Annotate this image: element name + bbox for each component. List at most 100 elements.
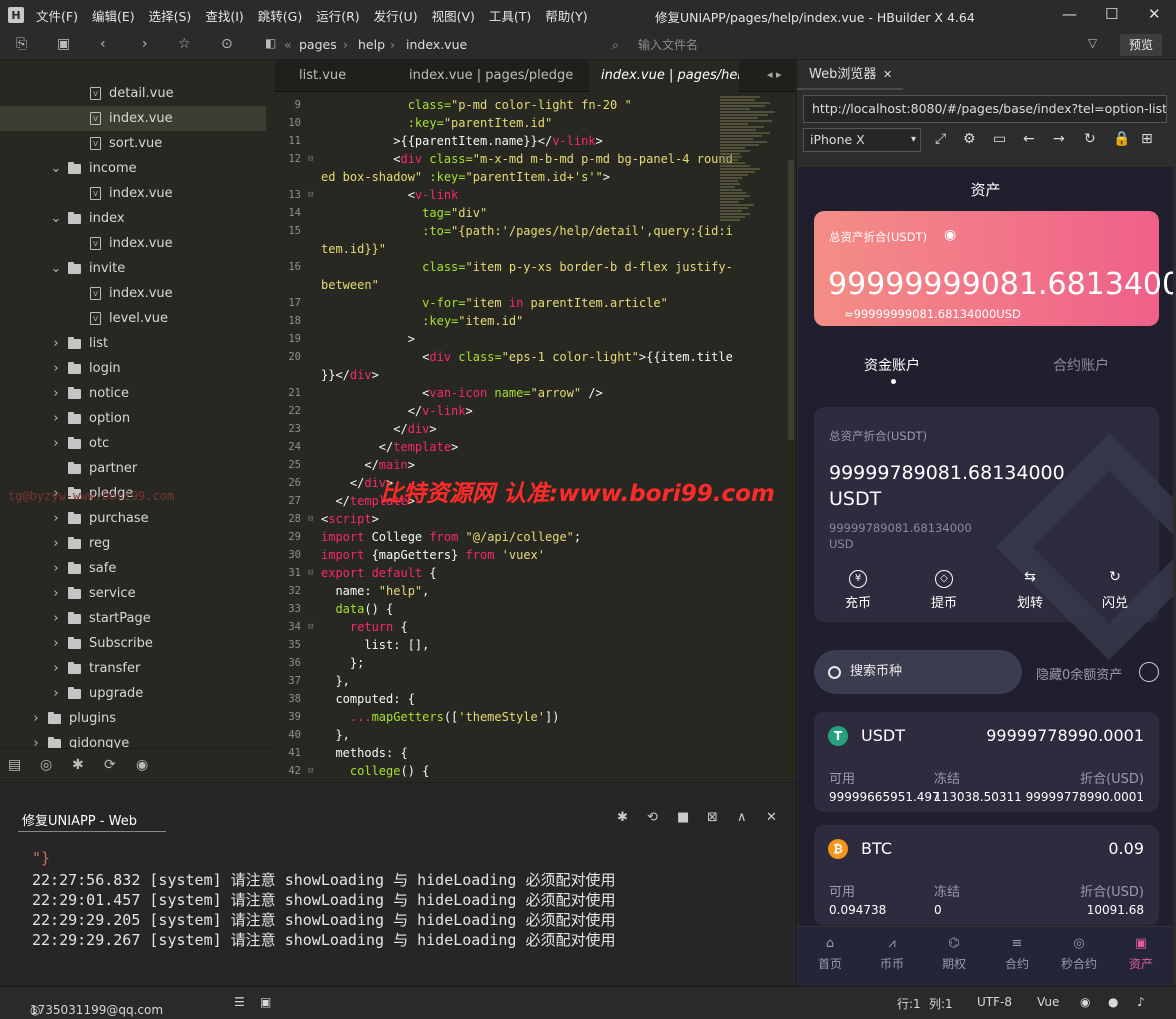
collapse-icon[interactable]: ∧ [737, 810, 747, 825]
forward-icon[interactable]: › [142, 36, 148, 52]
refresh-icon[interactable]: ↻ [1084, 131, 1096, 147]
file-index-vue[interactable]: Vindex.vue [90, 181, 173, 206]
file-level-vue[interactable]: Vlevel.vue [90, 306, 168, 331]
file-index-vue[interactable]: Vindex.vue [90, 231, 173, 256]
file-index-vue[interactable]: Vindex.vue [90, 281, 173, 306]
bell-icon[interactable]: ♪ [1137, 995, 1145, 1009]
chevron-right-icon[interactable]: › [30, 736, 42, 748]
minimize-icon[interactable]: — [1062, 5, 1077, 23]
chevron-right-icon[interactable]: › [50, 336, 62, 351]
file-sort-vue[interactable]: Vsort.vue [90, 131, 162, 156]
menu-edit[interactable]: 编辑(E) [92, 6, 135, 25]
nav-options[interactable]: ⌬ 期权 [924, 937, 984, 972]
back-icon[interactable]: ‹ [100, 36, 106, 52]
warning-icon[interactable]: ● [1108, 995, 1118, 1009]
rotate-icon[interactable]: ⤢ [935, 131, 946, 147]
folder-list[interactable]: › list [50, 331, 108, 356]
folder-plugins[interactable]: › plugins [30, 706, 116, 731]
folder-invite[interactable]: ⌄ invite [50, 256, 126, 281]
new-file-icon[interactable]: ⎘ [16, 36, 27, 52]
run-icon[interactable]: ⊙ [221, 36, 233, 52]
folder-upgrade[interactable]: › upgrade [50, 681, 143, 706]
fold-icon[interactable]: ⊟ [308, 564, 313, 582]
plugin-icon[interactable]: ◉ [136, 757, 148, 773]
menu-tools[interactable]: 工具(T) [489, 6, 531, 25]
stop-icon[interactable]: ■ [677, 810, 689, 825]
cursor-line[interactable]: 行:1 [897, 995, 921, 1012]
lock-icon[interactable]: 🔒 [1113, 131, 1130, 147]
tab-index-pledge[interactable]: index.vue | pages/pledge [397, 60, 585, 92]
menu-help[interactable]: 帮助(Y) [545, 6, 587, 25]
chevron-right-icon[interactable]: › [50, 536, 62, 551]
settings-icon[interactable]: ⚙ [963, 131, 976, 147]
save-icon[interactable]: ▣ [57, 36, 70, 52]
fold-icon[interactable]: ⊟ [308, 762, 313, 780]
tab-funding-account[interactable]: 资金账户 [864, 355, 920, 375]
close-console-icon[interactable]: ✕ [766, 810, 777, 825]
tab-scroll-icon[interactable]: ◂ ▸ [767, 68, 782, 81]
eye-icon[interactable]: ◉ [944, 227, 956, 243]
fold-icon[interactable]: ⊟ [308, 150, 313, 168]
nav-assets[interactable]: ▣ 资产 [1111, 937, 1171, 972]
folder-login[interactable]: › login [50, 356, 120, 381]
url-input[interactable]: http://localhost:8080/#/pages/base/index… [803, 95, 1167, 123]
folder-notice[interactable]: › notice [50, 381, 129, 406]
folder-otc[interactable]: › otc [50, 431, 109, 456]
binoculars-icon[interactable]: ◎ [40, 757, 52, 773]
file-index-vue[interactable]: Vindex.vue [0, 106, 266, 131]
flash-swap-button[interactable]: ↻ 闪兑 [1090, 570, 1140, 612]
nav-contract[interactable]: ≡ 合约 [987, 937, 1047, 972]
menu-goto[interactable]: 跳转(G) [258, 6, 302, 25]
code-editor[interactable]: 9 class="p-md color-light fn-20 " 10 :key… [275, 92, 795, 782]
editor-scrollbar[interactable] [788, 160, 794, 440]
deposit-button[interactable]: ¥ 充币 [833, 570, 883, 611]
tab-contract-account[interactable]: 合约账户 [1053, 355, 1109, 375]
language-mode[interactable]: Vue [1037, 995, 1059, 1009]
fold-icon[interactable]: ⊟ [308, 186, 313, 204]
chevron-down-icon[interactable]: ⌄ [50, 261, 62, 276]
restart-icon[interactable]: ⟲ [647, 810, 658, 825]
transfer-button[interactable]: ⇆ 划转 [1005, 570, 1055, 612]
chevron-right-icon[interactable]: › [30, 711, 42, 726]
nav-second-contract[interactable]: ◎ 秒合约 [1049, 937, 1109, 972]
tab-index-help[interactable]: index.vue | pages/help [589, 60, 739, 92]
menu-select[interactable]: 选择(S) [149, 6, 192, 25]
folder-option[interactable]: › option [50, 406, 130, 431]
close-window-icon[interactable]: ✕ [1148, 5, 1161, 23]
folder-income[interactable]: ⌄ income [50, 156, 137, 181]
preview-button[interactable]: 预览 [1120, 34, 1162, 56]
tab-list-vue[interactable]: list.vue [287, 60, 358, 92]
forward-arrow-icon[interactable]: → [1053, 131, 1065, 147]
folder-safe[interactable]: › safe [50, 556, 116, 581]
filter-icon[interactable]: ▽ [1088, 36, 1097, 50]
bug-icon[interactable]: ✱ [72, 757, 84, 773]
menu-publish[interactable]: 发行(U) [374, 6, 418, 25]
coin-search-input[interactable]: 搜索币种 [814, 650, 1022, 694]
menu-file[interactable]: 文件(F) [36, 6, 78, 25]
terminal-icon[interactable]: ▣ [260, 995, 271, 1009]
file-search-input[interactable]: ⌕ 输入文件名 [606, 34, 1076, 56]
chat-icon[interactable]: ◉ [1080, 995, 1090, 1009]
folder-purchase[interactable]: › purchase [50, 506, 148, 531]
fold-icon[interactable]: ⊟ [308, 618, 313, 636]
minimap[interactable] [720, 95, 780, 275]
browser-tab[interactable]: Web浏览器 ✕ [797, 60, 903, 90]
list-icon[interactable]: ☰ [234, 995, 245, 1009]
chevron-right-icon[interactable]: › [50, 686, 62, 701]
hide-zero-checkbox[interactable] [1139, 662, 1159, 682]
folder-subscribe[interactable]: › Subscribe [50, 631, 152, 656]
chevron-right-icon[interactable]: › [50, 386, 62, 401]
chevron-right-icon[interactable]: › [50, 561, 62, 576]
explorer-icon[interactable]: ▤ [8, 757, 21, 773]
console-title[interactable]: 修复UNIAPP - Web [22, 810, 137, 829]
folder-service[interactable]: › service [50, 581, 135, 606]
chevron-right-icon[interactable]: › [50, 636, 62, 651]
nav-spot[interactable]: ⩘ 币币 [862, 937, 922, 972]
close-tab-icon[interactable]: ✕ [883, 60, 892, 90]
device-select[interactable]: iPhone X [803, 128, 921, 152]
coin-card-usdt[interactable]: T USDT 99999778990.0001 可用 冻结 折合(USD) 99… [814, 712, 1159, 812]
menu-run[interactable]: 运行(R) [316, 6, 359, 25]
console-icon[interactable]: ▭ [993, 131, 1006, 147]
source-control-icon[interactable]: ⟳ [104, 757, 116, 773]
file-detail-vue[interactable]: Vdetail.vue [90, 81, 174, 106]
